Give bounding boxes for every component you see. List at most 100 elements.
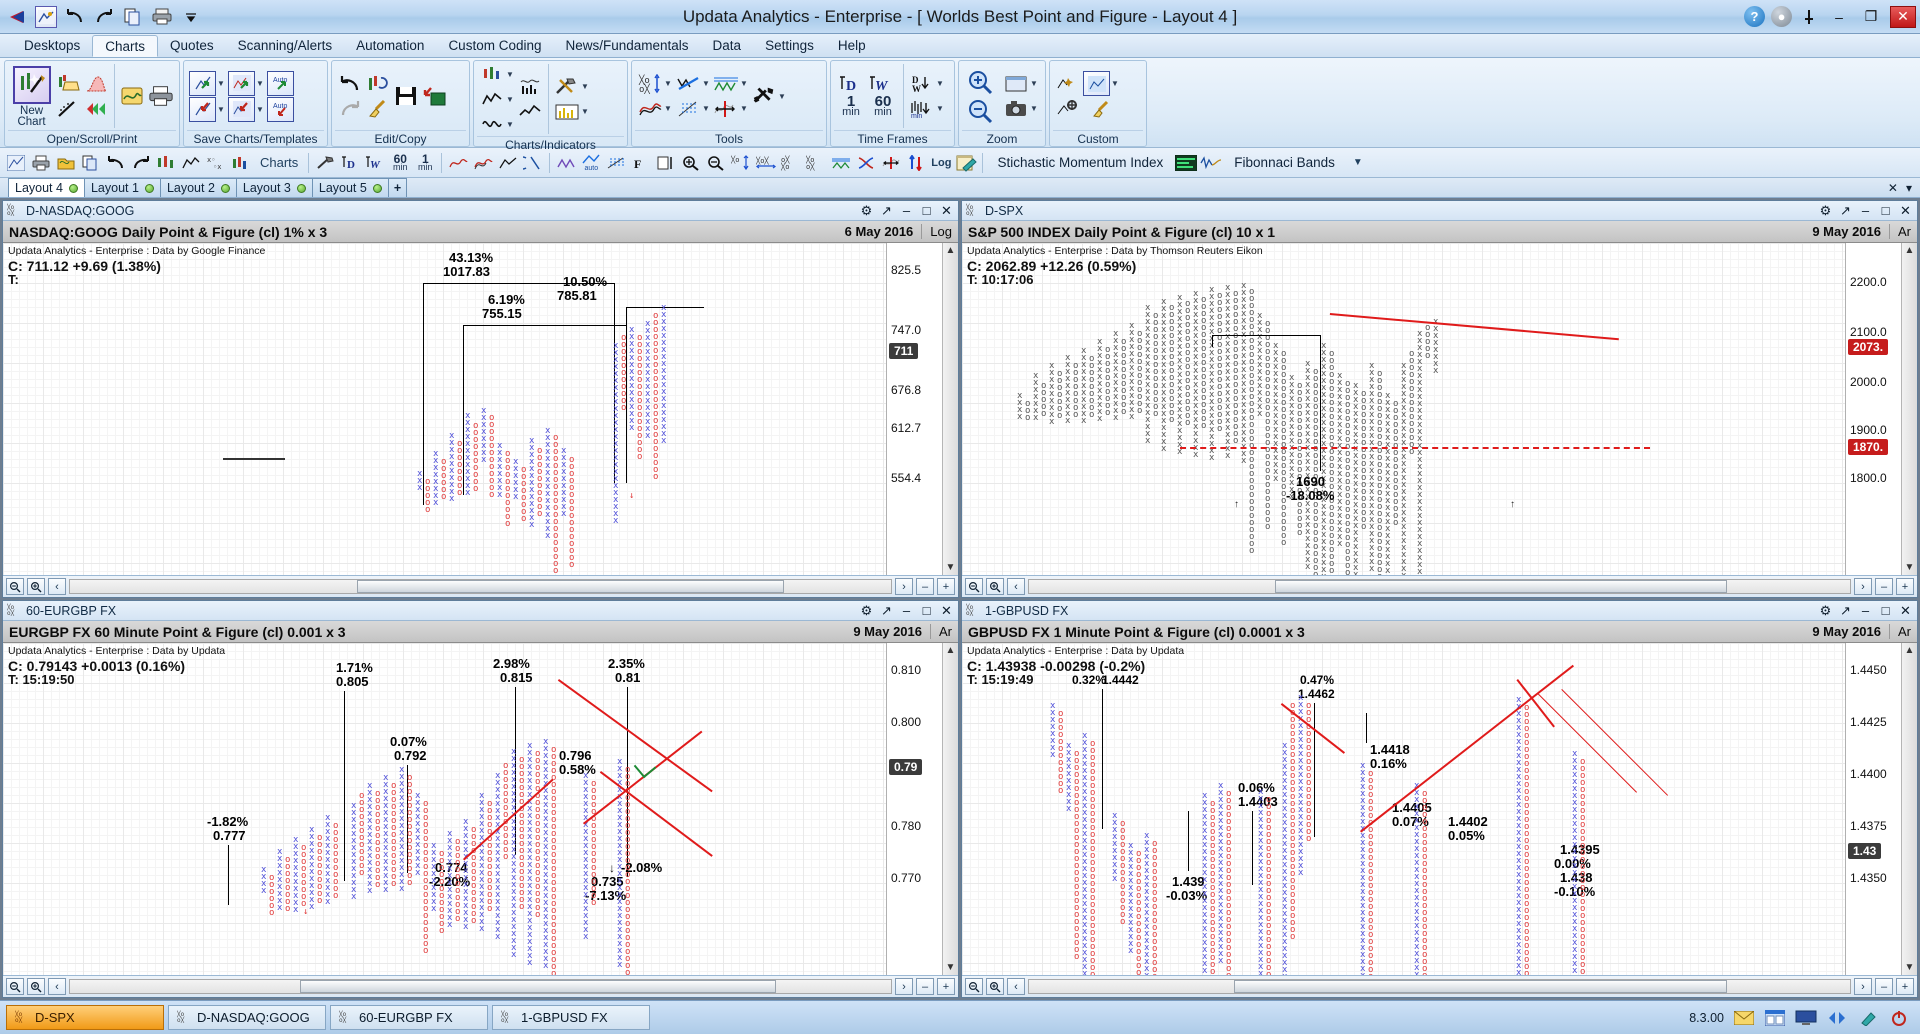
price-axis[interactable]: 1.4450 1.4425 1.4400 1.4375 1.43 1.4350 xyxy=(1845,643,1901,975)
chart-panel-gbpusd[interactable]: ╳o o╳ 1-GBPUSD FX ⚙ ↗ – □ ✕ GBPUSD FX 1 M… xyxy=(961,600,1918,998)
panel-title-bar[interactable]: ╳o o╳ D-SPX ⚙ ↗ – □ ✕ xyxy=(962,201,1917,221)
charts-label[interactable]: Charts xyxy=(254,151,304,175)
plot-area[interactable]: Updata Analytics - Enterprise : Data by … xyxy=(962,243,1845,575)
price-axis[interactable]: 0.810 0.800 0.79 0.790 0.780 0.770 xyxy=(886,643,942,975)
custom-chart-caret-icon[interactable]: ▼ xyxy=(1110,79,1120,88)
save-chart-red-caret-icon[interactable]: ▼ xyxy=(216,105,226,114)
tools-caret-icon[interactable]: ▼ xyxy=(580,82,590,91)
menu-item-desktops[interactable]: Desktops xyxy=(12,34,92,57)
updown-arrow-icon[interactable] xyxy=(904,151,928,175)
weekly-button[interactable]: W xyxy=(868,75,898,95)
share-icon[interactable]: ↗ xyxy=(879,603,894,619)
new-chart-button[interactable]: New Chart xyxy=(10,64,53,128)
price-axis[interactable]: 2200.0 2100.0 2073. 2000.0 1900.0 1870. … xyxy=(1845,243,1901,575)
chart-body[interactable]: Updata Analytics - Enterprise : Data by … xyxy=(3,643,958,975)
menu-item-charts[interactable]: Charts xyxy=(92,35,159,57)
window-icon[interactable] xyxy=(1764,1008,1786,1028)
question-icon[interactable]: ? xyxy=(1744,6,1765,27)
redo-icon[interactable] xyxy=(129,151,153,175)
volume-caret-icon[interactable]: ▼ xyxy=(580,107,590,116)
gear-icon[interactable]: ⚙ xyxy=(859,603,874,619)
maximize-icon[interactable]: □ xyxy=(1878,603,1893,618)
daily-icon[interactable]: D xyxy=(338,151,362,175)
zoom-out-icon[interactable] xyxy=(704,151,728,175)
scroll-down-arrow-icon[interactable]: ▼ xyxy=(943,962,958,973)
broom-icon[interactable] xyxy=(365,97,391,121)
expand-button[interactable]: + xyxy=(937,578,955,595)
volume-bars-icon[interactable] xyxy=(554,100,580,124)
open-folder-icon[interactable] xyxy=(55,72,81,96)
scroll-down-arrow-icon[interactable]: ▼ xyxy=(1902,562,1917,573)
chart-scale-mode[interactable]: Ar xyxy=(1889,224,1911,239)
minimize-button[interactable]: – xyxy=(1826,6,1852,28)
min-down-button[interactable]: min xyxy=(909,97,935,121)
menu-item-custom-coding[interactable]: Custom Coding xyxy=(436,34,553,57)
price-axis[interactable]: 825.5 747.0 711 676.8 612.7 554.4 xyxy=(886,243,942,575)
camera-icon[interactable] xyxy=(1003,97,1029,121)
save-template-green-icon[interactable] xyxy=(228,70,255,96)
pin-icon[interactable] xyxy=(1798,6,1820,28)
sixty-min-button[interactable]: 60 min xyxy=(388,151,412,175)
auto-trend-icon[interactable]: auto xyxy=(579,151,603,175)
line-chart-icon[interactable] xyxy=(179,151,203,175)
custom-paint-icon[interactable] xyxy=(1089,97,1115,121)
pnf-measure-icon[interactable]: ╳o o╳ xyxy=(637,72,663,96)
scroll-left-button[interactable]: ‹ xyxy=(1007,978,1025,995)
chart-body[interactable]: Updata Analytics - Enterprise : Data by … xyxy=(962,643,1917,975)
line-chart-icon[interactable] xyxy=(479,87,505,111)
oscillator-caret-icon[interactable]: ▼ xyxy=(505,120,515,129)
layout-tab-layout-4[interactable]: Layout 4 xyxy=(8,178,85,197)
vertical-scrollbar[interactable]: ▲ ▼ xyxy=(1901,643,1917,975)
oscillator-icon[interactable] xyxy=(479,112,505,136)
trendline-icon[interactable] xyxy=(675,72,701,96)
chart-body[interactable]: Updata Analytics - Enterprise : Data by … xyxy=(962,243,1917,575)
colored-bars-icon[interactable] xyxy=(229,151,253,175)
log-scale-button[interactable]: Log xyxy=(929,151,953,175)
zoom-out-icon[interactable] xyxy=(6,578,24,595)
chart-panel-spx[interactable]: ╳o o╳ D-SPX ⚙ ↗ – □ ✕ S&P 500 INDEX Daily… xyxy=(961,200,1918,598)
layout-tab-status-dot[interactable] xyxy=(220,183,230,193)
candlestick-caret-icon[interactable]: ▼ xyxy=(505,70,515,79)
dw-caret-icon[interactable]: ▼ xyxy=(935,79,945,88)
candlestick-icon[interactable] xyxy=(154,151,178,175)
vertical-scrollbar[interactable]: ▲ ▼ xyxy=(942,243,958,575)
undo-icon[interactable] xyxy=(104,151,128,175)
open-folder-icon[interactable] xyxy=(54,151,78,175)
chart-panel-nasdaq-goog[interactable]: ╳o o╳ D-NASDAQ:GOOG ⚙ ↗ – □ ✕ NASDAQ:GOOG… xyxy=(2,200,959,598)
layout-tab-layout-3[interactable]: Layout 3 xyxy=(235,178,313,197)
monitor-icon[interactable] xyxy=(1795,1008,1817,1028)
add-layout-tab-button[interactable]: + xyxy=(387,178,408,197)
menu-item-settings[interactable]: Settings xyxy=(753,34,826,57)
zoom-window-caret-icon[interactable]: ▼ xyxy=(1029,79,1039,88)
zoom-out-icon[interactable] xyxy=(965,97,995,125)
notes-pencil-icon[interactable] xyxy=(954,151,978,175)
sixty-minute-button[interactable]: 60 min xyxy=(868,94,898,118)
sma-curve-icon[interactable] xyxy=(637,97,663,121)
chart-scale-mode[interactable]: Ar xyxy=(1889,624,1911,639)
share-icon[interactable]: ↗ xyxy=(1838,203,1853,219)
daily-button[interactable]: D xyxy=(836,75,866,95)
redo-icon[interactable] xyxy=(93,6,115,28)
pnf-box-icon[interactable]: ╳o xyxy=(729,151,753,175)
maximize-icon[interactable]: □ xyxy=(919,203,934,218)
zigzag-icon[interactable] xyxy=(713,72,739,96)
compress-button[interactable]: – xyxy=(1875,978,1893,995)
wave-icon[interactable] xyxy=(829,151,853,175)
zigzag-caret-icon[interactable]: ▼ xyxy=(739,79,749,88)
wrench-icon[interactable] xyxy=(751,84,777,108)
zoom-in-icon[interactable] xyxy=(679,151,703,175)
scroll-up-arrow-icon[interactable]: ▲ xyxy=(943,245,958,256)
close-icon[interactable]: ✕ xyxy=(939,603,954,619)
pnf-count-icon[interactable]: ╳o o╳ xyxy=(804,151,828,175)
chart-window-icon[interactable] xyxy=(4,151,28,175)
candle-swap-icon[interactable] xyxy=(365,72,391,96)
maximize-button[interactable]: ❐ xyxy=(1858,6,1884,28)
layout-tab-status-dot[interactable] xyxy=(68,183,78,193)
scroll-up-arrow-icon[interactable]: ▲ xyxy=(1902,245,1917,256)
min-caret-icon[interactable]: ▼ xyxy=(935,104,945,113)
zoom-in-icon[interactable] xyxy=(986,978,1004,995)
camera-caret-icon[interactable]: ▼ xyxy=(1029,104,1039,113)
sma-icon[interactable] xyxy=(446,151,470,175)
chart-scale-mode[interactable]: Ar xyxy=(930,624,952,639)
scroll-left-button[interactable]: ‹ xyxy=(1007,578,1025,595)
